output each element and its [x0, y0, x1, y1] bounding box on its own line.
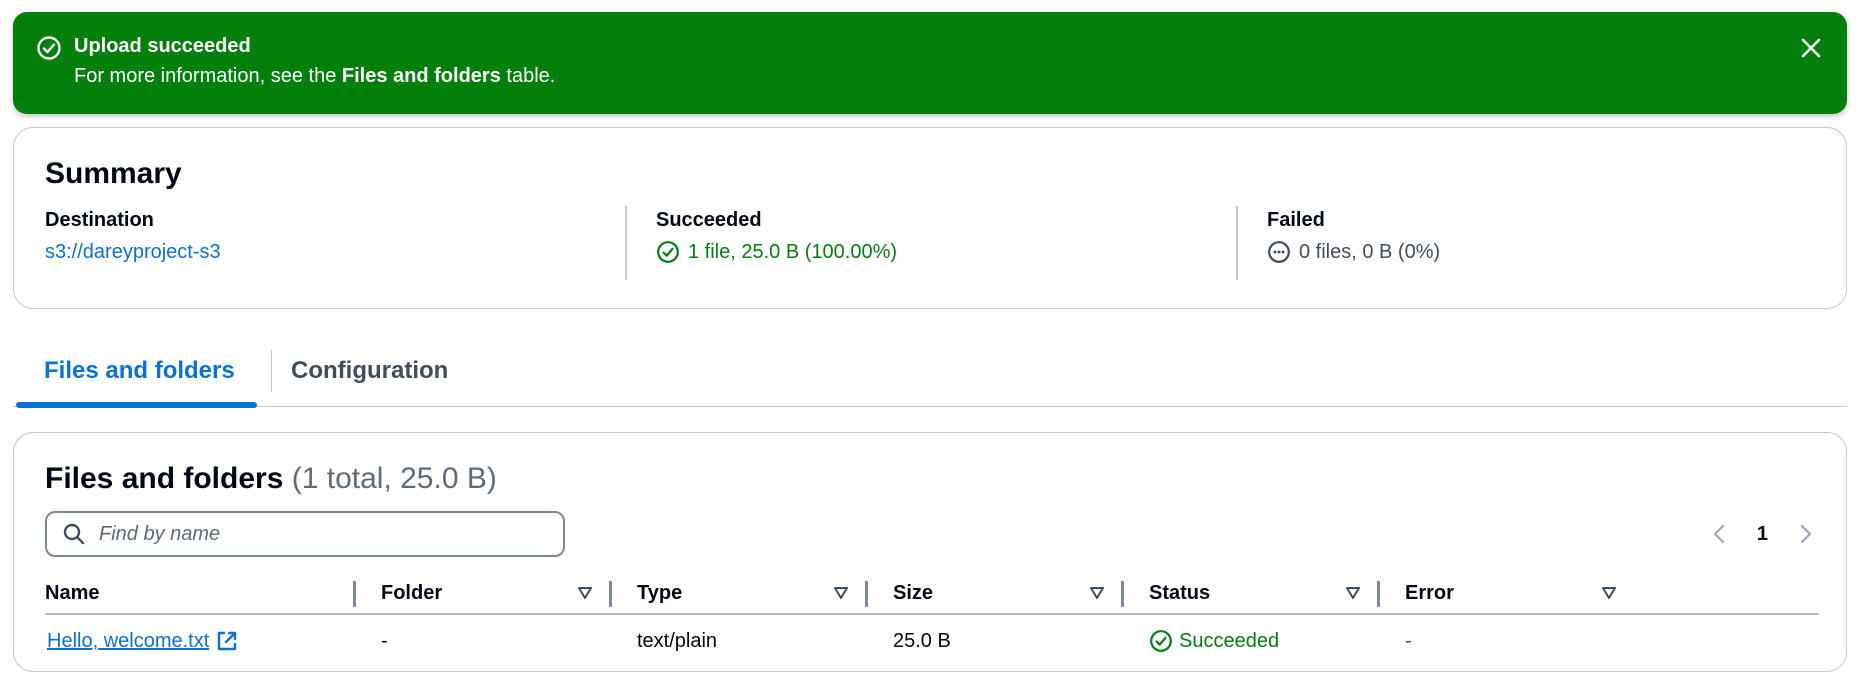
- summary-title: Summary: [45, 157, 182, 190]
- failed-value-row: 0 files, 0 B (0%): [1267, 238, 1827, 266]
- pending-circle-icon: [1268, 241, 1290, 263]
- succeeded-value-row: 1 file, 25.0 B (100.00%): [656, 238, 1216, 266]
- tab-configuration[interactable]: Configuration: [291, 354, 448, 388]
- column-resizer[interactable]: [353, 581, 356, 607]
- summary-container: Summary Destination s3://dareyproject-s3…: [13, 127, 1847, 309]
- succeeded-label: Succeeded: [656, 209, 762, 231]
- status-text: Succeeded: [1179, 630, 1280, 652]
- sort-caret-icon[interactable]: [833, 585, 849, 601]
- cell-status: Succeeded: [1149, 617, 1279, 665]
- sort-caret-icon[interactable]: [577, 585, 593, 601]
- flash-message-suffix: table.: [500, 65, 556, 87]
- cell-folder: -: [381, 630, 388, 652]
- destination-column: Destination s3://dareyproject-s3: [45, 206, 605, 280]
- files-count: (1 total, 25.0 B): [291, 462, 497, 495]
- file-name-link[interactable]: Hello, welcome.txt: [47, 617, 209, 665]
- column-header-status[interactable]: Status: [1149, 575, 1210, 611]
- sort-caret-icon[interactable]: [1345, 585, 1361, 601]
- external-link-icon[interactable]: [215, 629, 239, 653]
- column-header-type[interactable]: Type: [637, 575, 682, 611]
- sort-caret-icon[interactable]: [1089, 585, 1105, 601]
- chevron-left-icon[interactable]: [1709, 523, 1731, 545]
- cell-size: 25.0 B: [893, 630, 951, 652]
- check-circle-icon: [37, 36, 61, 60]
- cell-name: Hello, welcome.txt: [47, 617, 239, 665]
- flash-message-prefix: For more information, see the: [74, 65, 342, 87]
- failed-column: Failed 0 files, 0 B (0%): [1267, 206, 1827, 280]
- check-circle-icon: [1150, 630, 1172, 652]
- succeeded-column: Succeeded 1 file, 25.0 B (100.00%): [656, 206, 1216, 280]
- column-resizer[interactable]: [1377, 581, 1380, 607]
- active-tab-indicator: [16, 402, 257, 408]
- column-resizer[interactable]: [865, 581, 868, 607]
- column-header-size[interactable]: Size: [893, 575, 933, 611]
- pagination: 1: [1709, 517, 1816, 551]
- column-header-name[interactable]: Name: [45, 575, 99, 611]
- upload-success-flashbar: Upload succeeded For more information, s…: [13, 12, 1847, 114]
- column-divider: [625, 206, 627, 280]
- flash-title: Upload succeeded: [74, 35, 251, 57]
- tab-divider: [271, 350, 272, 392]
- column-resizer[interactable]: [609, 581, 612, 607]
- cell-type: text/plain: [637, 630, 718, 652]
- page-number[interactable]: 1: [1757, 520, 1768, 548]
- files-and-folders-container: Files and folders (1 total, 25.0 B) 1 Na…: [13, 432, 1847, 672]
- cell-error: -: [1405, 630, 1412, 652]
- check-circle-icon: [657, 241, 679, 263]
- close-icon[interactable]: [1795, 32, 1827, 64]
- table-header: Name Folder Type Size Status Error: [45, 575, 1819, 615]
- destination-label: Destination: [45, 209, 154, 231]
- column-header-error[interactable]: Error: [1405, 575, 1454, 611]
- files-header: Files and folders (1 total, 25.0 B): [45, 459, 497, 499]
- search-input[interactable]: [99, 522, 539, 546]
- tab-files-and-folders[interactable]: Files and folders: [44, 354, 235, 388]
- chevron-right-icon[interactable]: [1794, 523, 1816, 545]
- column-resizer[interactable]: [1121, 581, 1124, 607]
- search-icon: [63, 523, 85, 545]
- failed-label: Failed: [1267, 209, 1325, 231]
- table-row: Hello, welcome.txt - text/plain 25.0 B S…: [45, 617, 1819, 665]
- column-divider: [1236, 206, 1238, 280]
- flash-message-bold: Files and folders: [341, 65, 501, 87]
- succeeded-value: 1 file, 25.0 B (100.00%): [688, 241, 898, 263]
- failed-value: 0 files, 0 B (0%): [1299, 241, 1441, 263]
- search-field[interactable]: [45, 511, 565, 557]
- files-title: Files and folders: [45, 462, 284, 495]
- flash-message: For more information, see the Files and …: [74, 62, 555, 90]
- column-header-folder[interactable]: Folder: [381, 575, 442, 611]
- sort-caret-icon[interactable]: [1601, 585, 1617, 601]
- destination-link[interactable]: s3://dareyproject-s3: [45, 238, 221, 266]
- tab-bar: Files and folders Configuration: [13, 340, 1847, 408]
